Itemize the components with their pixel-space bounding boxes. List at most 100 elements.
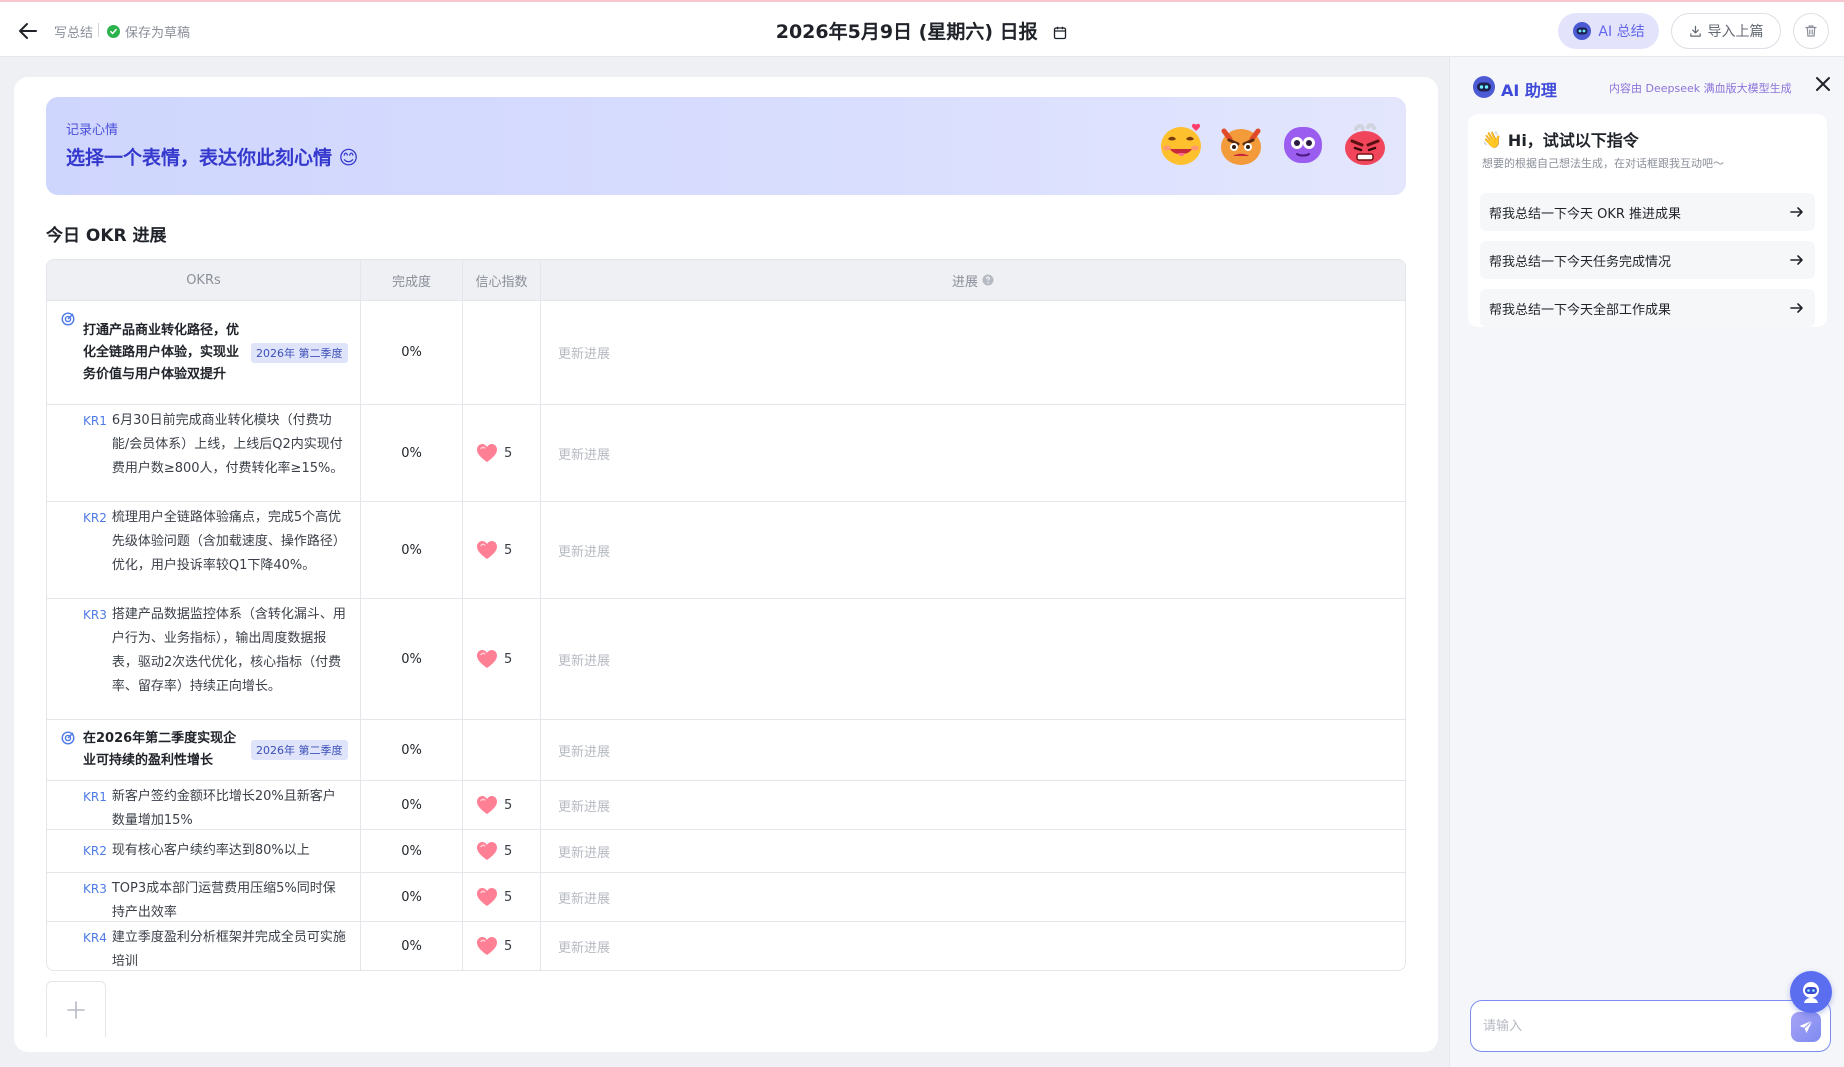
target-icon (61, 731, 75, 745)
heart-icon (477, 444, 497, 462)
suggestion-work-button[interactable]: 帮我总结一下今天全部工作成果 (1480, 289, 1815, 327)
kr-cell[interactable]: KR3 搭建产品数据监控体系（含转化漏斗、用户行为、业务指标），输出周度数据报表… (47, 599, 360, 719)
close-icon[interactable] (1813, 74, 1833, 94)
kr-cell[interactable]: KR4 建立季度盈利分析框架并完成全员可实施培训 (47, 922, 360, 970)
chat-input[interactable] (1483, 1015, 1763, 1037)
ai-summary-button[interactable]: AI 总结 (1558, 13, 1659, 49)
completion-value: 0% (360, 301, 462, 404)
table-header-row: OKRs 完成度 信心指数 进展 (47, 260, 1405, 300)
progress-input[interactable]: 更新进展 (540, 830, 1405, 872)
okr-table: OKRs 完成度 信心指数 进展 打通产品商业转化路径，优化全链路用户体验，实现… (46, 259, 1406, 971)
completion-value: 0% (360, 922, 462, 970)
kr-row: KR1 新客户签约金额环比增长20%且新客户数量增加15% 0% 5 更新进展 (47, 780, 1405, 829)
completion-value: 0% (360, 873, 462, 921)
confidence-value: 5 (504, 651, 513, 667)
heart-icon (477, 937, 497, 955)
wave-icon: 👋 (1482, 129, 1502, 149)
kr-text: 搭建产品数据监控体系（含转化漏斗、用户行为、业务指标），输出周度数据报表，驱动2… (111, 607, 346, 694)
suggestion-okr-button[interactable]: 帮我总结一下今天 OKR 推进成果 (1480, 193, 1815, 231)
robot-icon (1803, 982, 1819, 1003)
furious-emoji-icon[interactable] (1342, 121, 1388, 167)
kr-row: KR3 搭建产品数据监控体系（含转化漏斗、用户行为、业务指标），输出周度数据报表… (47, 598, 1405, 719)
kr-tag: KR1 (83, 790, 107, 804)
suggestion-label: 帮我总结一下今天 OKR 推进成果 (1489, 206, 1682, 222)
completion-value: 0% (360, 830, 462, 872)
plus-icon (67, 1000, 85, 1019)
arrow-right-icon (1790, 207, 1803, 217)
confidence-value: 5 (504, 797, 513, 813)
mood-banner: 记录心情 选择一个表情，表达你此刻心情 😊 (46, 97, 1406, 195)
add-row-button[interactable] (46, 981, 106, 1037)
calendar-icon[interactable] (1052, 25, 1068, 41)
completion-value: 0% (360, 502, 462, 598)
completion-value: 0% (360, 781, 462, 829)
confidence-cell[interactable]: 5 (462, 405, 540, 501)
ai-suggestion-card: 👋 Hi，试试以下指令 想要的根据自己想法生成，在对话框跟我互动吧～ 帮我总结一… (1468, 114, 1827, 327)
robot-icon (1573, 22, 1592, 40)
confidence-cell[interactable]: 5 (462, 781, 540, 829)
ai-greeting: 👋 Hi，试试以下指令 (1482, 127, 1639, 151)
objective-title: 在2026年第二季度实现企业可持续的盈利性增长 (83, 731, 237, 768)
objective-cell[interactable]: 打通产品商业转化路径，优化全链路用户体验，实现业务价值与用户体验双提升 2026… (47, 301, 360, 404)
heart-icon (477, 541, 497, 559)
objective-row: 在2026年第二季度实现企业可持续的盈利性增长 2026年 第二季度 0% 更新… (47, 719, 1405, 780)
completion-value: 0% (360, 720, 462, 780)
purple-monster-emoji-icon[interactable] (1280, 121, 1326, 167)
suggestion-tasks-button[interactable]: 帮我总结一下今天任务完成情况 (1480, 241, 1815, 279)
arrow-right-icon (1790, 303, 1803, 313)
assistant-float-button[interactable] (1790, 971, 1832, 1013)
progress-input[interactable]: 更新进展 (540, 301, 1405, 404)
heart-icon (477, 796, 497, 814)
progress-input[interactable]: 更新进展 (540, 405, 1405, 501)
progress-input[interactable]: 更新进展 (540, 922, 1405, 970)
kr-tag: KR4 (83, 931, 107, 945)
kr-row: KR2 现有核心客户续约率达到80%以上 0% 5 更新进展 (47, 829, 1405, 872)
top-bar: 写总结 保存为草稿 2026年5月9日 (星期六) 日报 AI 总结 导入上篇 (0, 0, 1844, 57)
kr-cell[interactable]: KR2 现有核心客户续约率达到80%以上 (47, 830, 360, 872)
progress-input[interactable]: 更新进展 (540, 781, 1405, 829)
kr-tag: KR3 (83, 608, 107, 622)
import-previous-button[interactable]: 导入上篇 (1671, 13, 1781, 49)
kr-row: KR3 TOP3成本部门运营费用压缩5%同时保持产出效率 0% 5 更新进展 (47, 872, 1405, 921)
kr-cell[interactable]: KR1 新客户签约金额环比增长20%且新客户数量增加15% (47, 781, 360, 829)
confidence-cell[interactable]: 5 (462, 873, 540, 921)
send-button[interactable] (1791, 1012, 1821, 1042)
objective-cell[interactable]: 在2026年第二季度实现企业可持续的盈利性增长 2026年 第二季度 (47, 720, 360, 780)
ai-assistant-panel: AI 助理 内容由 Deepseek 满血版大模型生成 👋 Hi，试试以下指令 … (1449, 57, 1844, 1067)
ai-summary-label: AI 总结 (1598, 24, 1645, 40)
kr-cell[interactable]: KR3 TOP3成本部门运营费用压缩5%同时保持产出效率 (47, 873, 360, 921)
progress-input[interactable]: 更新进展 (540, 873, 1405, 921)
send-icon (1799, 1020, 1813, 1033)
import-previous-label: 导入上篇 (1707, 24, 1764, 40)
kr-cell[interactable]: KR2 梳理用户全链路体验痛点，完成5个高优先级体验问题（含加载速度、操作路径）… (47, 502, 360, 598)
confidence-cell[interactable]: 5 (462, 599, 540, 719)
heart-icon (477, 888, 497, 906)
help-icon[interactable] (982, 274, 994, 286)
confidence-value: 5 (504, 843, 513, 859)
progress-input[interactable]: 更新进展 (540, 599, 1405, 719)
confidence-value: 5 (504, 889, 513, 905)
kr-row: KR1 6月30日前完成商业转化模块（付费功能/会员体系）上线，上线后Q2内实现… (47, 404, 1405, 501)
column-header-completion: 完成度 (360, 260, 462, 300)
kr-cell[interactable]: KR1 6月30日前完成商业转化模块（付费功能/会员体系）上线，上线后Q2内实现… (47, 405, 360, 501)
angry-emoji-icon[interactable] (1218, 121, 1264, 167)
progress-input[interactable]: 更新进展 (540, 502, 1405, 598)
progress-input[interactable]: 更新进展 (540, 720, 1405, 780)
quarter-tag: 2026年 第二季度 (251, 740, 348, 760)
target-icon (61, 312, 75, 326)
delete-button[interactable] (1793, 13, 1829, 49)
okr-section-title: 今日 OKR 进展 (46, 226, 167, 246)
loved-emoji-icon[interactable] (1158, 121, 1204, 167)
confidence-cell[interactable]: 5 (462, 830, 540, 872)
objective-row: 打通产品商业转化路径，优化全链路用户体验，实现业务价值与用户体验双提升 2026… (47, 300, 1405, 404)
confidence-cell (462, 720, 540, 780)
kr-tag: KR2 (83, 511, 107, 525)
confidence-value: 5 (504, 542, 513, 558)
ai-panel-title: AI 助理 (1501, 81, 1557, 100)
confidence-cell (462, 301, 540, 404)
confidence-cell[interactable]: 5 (462, 922, 540, 970)
kr-text: TOP3成本部门运营费用压缩5%同时保持产出效率 (111, 881, 336, 920)
kr-row: KR2 梳理用户全链路体验痛点，完成5个高优先级体验问题（含加载速度、操作路径）… (47, 501, 1405, 598)
page-title-text: 2026年5月9日 (星期六) 日报 (775, 21, 1038, 43)
confidence-cell[interactable]: 5 (462, 502, 540, 598)
